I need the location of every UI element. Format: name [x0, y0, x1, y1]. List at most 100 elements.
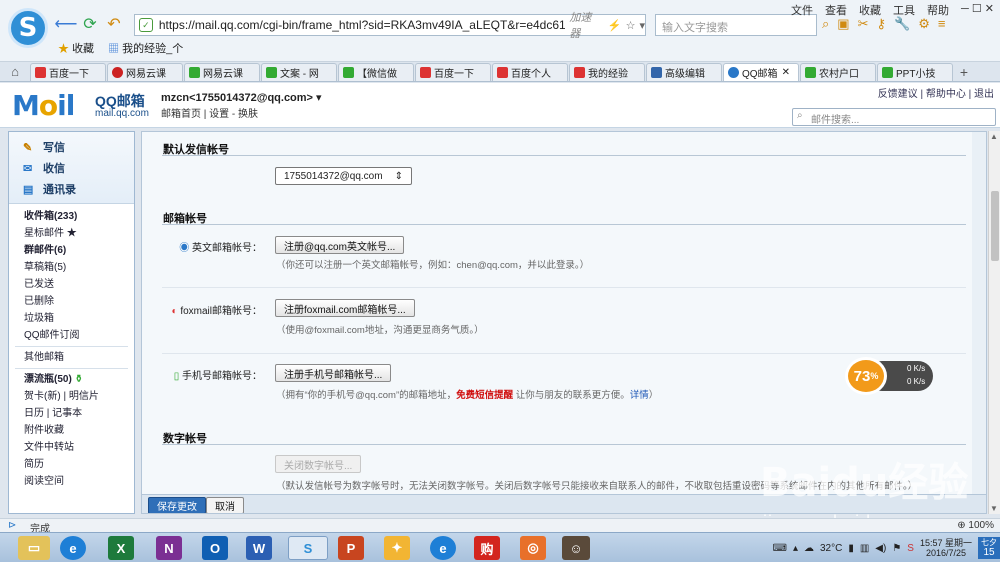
cards-postcards[interactable]: 贺卡(新) | 明信片	[9, 388, 134, 405]
bookmark-favorites[interactable]: ★ 收藏	[58, 40, 94, 56]
drift-bottle[interactable]: 漂流瓶(50) ⚱	[9, 371, 134, 388]
battery-icon[interactable]: ▮	[848, 543, 854, 554]
bookmark-experience[interactable]: ▦ 我的经验_个	[108, 40, 183, 56]
register-mobile-button[interactable]: 注册手机号邮箱帐号...	[275, 364, 392, 382]
scrollbar-thumb[interactable]	[991, 191, 999, 261]
folder-inbox[interactable]: 收件箱(233)	[9, 208, 134, 225]
folder-drafts[interactable]: 草稿箱(5)	[9, 259, 134, 276]
close-digital-account-button[interactable]: 关闭数字帐号...	[275, 455, 362, 473]
scrollbar[interactable]: ▲ ▼	[988, 131, 1000, 514]
home-icon[interactable]: ⌂	[0, 64, 30, 79]
scroll-up-icon[interactable]: ▲	[990, 132, 998, 141]
antivirus-icon[interactable]: S	[907, 543, 914, 554]
folder-starred[interactable]: 星标邮件 ★	[9, 225, 134, 242]
scroll-down-icon[interactable]: ▼	[990, 504, 998, 513]
contacts-icon: ▤	[23, 183, 34, 196]
onenote-icon[interactable]: N	[156, 536, 182, 560]
extension-icon[interactable]: ▣	[837, 16, 849, 32]
window-controls[interactable]: ─ ☐ ✕	[961, 2, 994, 18]
tab-qqmail[interactable]: QQ邮箱 ✕	[723, 63, 799, 81]
default-account-select[interactable]: 1755014372@qq.com ⇕	[275, 167, 412, 185]
lightning-icon[interactable]: ⚡	[608, 19, 622, 32]
browser-360-icon[interactable]: S	[288, 536, 328, 560]
inbox-button[interactable]: ✉ 收信	[9, 157, 134, 178]
gear-icon[interactable]: ⚙	[918, 16, 930, 32]
menu-icon[interactable]: ≡	[938, 16, 946, 32]
folder-group[interactable]: 群邮件(6)	[9, 242, 134, 259]
save-button[interactable]: 保存更改	[148, 497, 206, 513]
tab-5[interactable]: 【微信做	[338, 63, 414, 81]
file-explorer-icon[interactable]: ▭	[18, 536, 50, 560]
tab-1[interactable]: 百度一下	[30, 63, 106, 81]
word-icon[interactable]: W	[246, 536, 272, 560]
top-links[interactable]: 反馈建议 | 帮助中心 | 退出	[878, 85, 994, 100]
game-icon[interactable]: ◎	[520, 536, 546, 560]
tab-4[interactable]: 文案 - 网	[261, 63, 337, 81]
chevron-up-icon[interactable]: ▴	[793, 543, 798, 554]
calendar-widget[interactable]: 七夕 15	[978, 537, 1000, 559]
register-english-button[interactable]: 注册@qq.com英文帐号...	[275, 236, 405, 254]
tab-icon	[882, 67, 893, 78]
calendar-notes[interactable]: 日历 | 记事本	[9, 405, 134, 422]
menu-item-file[interactable]: 文件	[791, 2, 813, 18]
powerpoint-icon[interactable]: P	[338, 536, 364, 560]
shopping-icon[interactable]: 购	[474, 536, 500, 560]
cancel-button[interactable]: 取消	[206, 497, 244, 513]
tab-11[interactable]: 农村户口	[800, 63, 876, 81]
back-icon[interactable]: ⟵	[55, 14, 78, 34]
network-icon[interactable]: ▥	[860, 543, 869, 554]
tab-icon	[420, 67, 431, 78]
tool-icon[interactable]: ✦	[384, 536, 410, 560]
folder-sent[interactable]: 已发送	[9, 276, 134, 293]
mail-logo[interactable]: Moil	[12, 89, 75, 122]
ie-icon[interactable]: e	[60, 536, 86, 560]
refresh-icon[interactable]: ⟳	[80, 14, 100, 34]
accelerator-label[interactable]: 加速器	[569, 9, 602, 41]
tab-2[interactable]: 网易云课	[107, 63, 183, 81]
ie-icon-2[interactable]: e	[430, 536, 456, 560]
photo-icon[interactable]: ☺	[562, 536, 590, 560]
star-icon[interactable]: ☆	[626, 19, 636, 32]
zoom-level[interactable]: ⊕ 100%	[957, 520, 994, 531]
folder-subscriptions[interactable]: QQ邮件订阅	[9, 327, 134, 344]
chevron-down-icon[interactable]: ▾	[639, 19, 645, 32]
folder-spam[interactable]: 垃圾箱	[9, 310, 134, 327]
tab-7[interactable]: 百度个人	[492, 63, 568, 81]
network-speed-widget[interactable]: 73% 0 K/s 0 K/s	[845, 357, 935, 395]
reading-space[interactable]: 阅读空间	[9, 473, 134, 490]
tab-12[interactable]: PPT小技	[877, 63, 953, 81]
undo-icon[interactable]: ↶	[104, 14, 124, 34]
browser-logo[interactable]: S	[8, 8, 48, 48]
tab-3[interactable]: 网易云课	[184, 63, 260, 81]
outlook-icon[interactable]: O	[202, 536, 228, 560]
contacts-button[interactable]: ▤ 通讯录	[9, 178, 134, 199]
clock[interactable]: 15:57 星期一 2016/7/25	[920, 538, 972, 558]
address-url[interactable]: https://mail.qq.com/cgi-bin/frame_html?s…	[159, 18, 566, 32]
compose-button[interactable]: ✎ 写信	[9, 136, 134, 157]
volume-icon[interactable]: ◀)	[875, 543, 886, 554]
sidebar-toggle-icon[interactable]: ⊳	[8, 520, 16, 531]
user-links[interactable]: 邮箱首页 | 设置 - 换肤	[161, 105, 258, 120]
folder-deleted[interactable]: 已删除	[9, 293, 134, 310]
wrench-icon[interactable]: 🔧	[894, 16, 910, 32]
mail-search-input[interactable]: ⌕ 邮件搜索...	[792, 108, 996, 126]
scissors-icon[interactable]: ✂	[858, 16, 869, 32]
address-bar[interactable]: ✓ https://mail.qq.com/cgi-bin/frame_html…	[134, 12, 646, 40]
close-icon[interactable]: ✕	[782, 67, 790, 78]
flag-icon[interactable]: ⚑	[892, 543, 901, 554]
key-icon[interactable]: ⚷	[876, 16, 886, 32]
register-foxmail-button[interactable]: 注册foxmail.com邮箱帐号...	[275, 299, 415, 317]
other-mailboxes[interactable]: 其他邮箱	[9, 349, 134, 366]
search-icon[interactable]: ⌕	[822, 16, 829, 32]
tab-9[interactable]: 高级编辑	[646, 63, 722, 81]
file-transfer[interactable]: 文件中转站	[9, 439, 134, 456]
weather-icon[interactable]: ☁	[804, 543, 814, 554]
new-tab-icon[interactable]: +	[954, 64, 974, 80]
tab-8[interactable]: 我的经验	[569, 63, 645, 81]
excel-icon[interactable]: X	[108, 536, 134, 560]
attachment-favorites[interactable]: 附件收藏	[9, 422, 134, 439]
keyboard-icon[interactable]: ⌨	[773, 543, 787, 554]
resume[interactable]: 简历	[9, 456, 134, 473]
details-link[interactable]: 详情	[630, 390, 649, 401]
tab-6[interactable]: 百度一下	[415, 63, 491, 81]
